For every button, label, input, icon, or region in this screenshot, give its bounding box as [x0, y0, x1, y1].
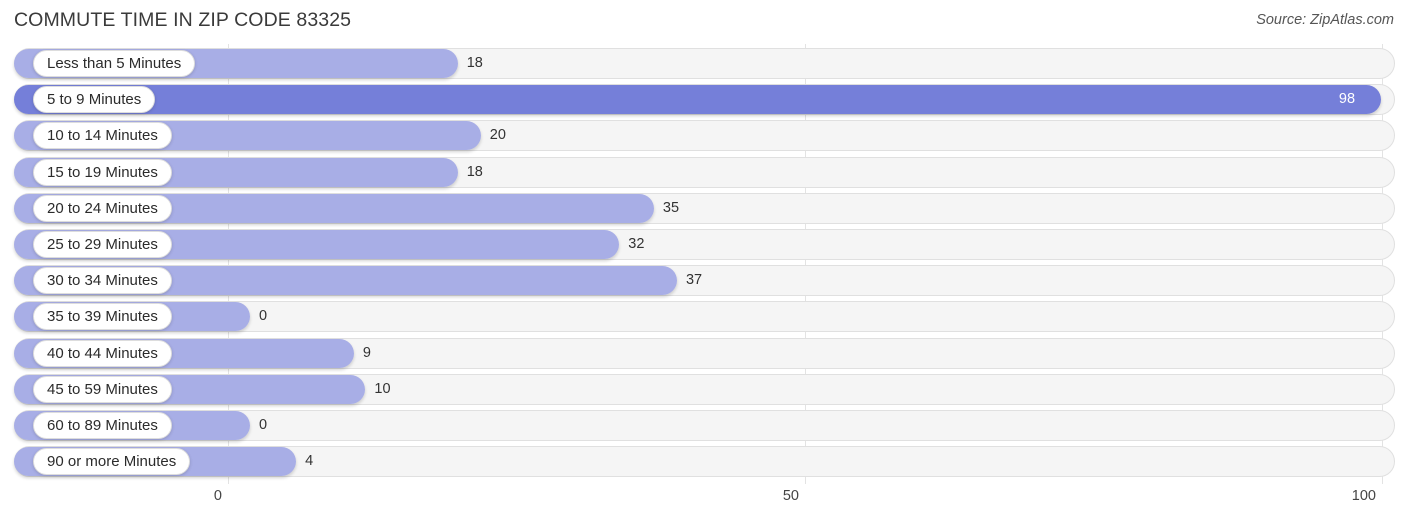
bar-value-label: 98	[1338, 91, 1356, 108]
chart-row[interactable]: 90 or more Minutes 4	[0, 444, 1406, 480]
chart-row[interactable]: 45 to 59 Minutes 10	[0, 372, 1406, 408]
page-title: COMMUTE TIME IN ZIP CODE 83325	[14, 9, 352, 31]
chart-row[interactable]: 20 to 24 Minutes 35	[0, 191, 1406, 227]
chart-row[interactable]: 25 to 29 Minutes 32	[0, 227, 1406, 263]
category-label-pill: 25 to 29 Minutes	[33, 231, 172, 258]
chart-row[interactable]: Less than 5 Minutes 18	[0, 46, 1406, 82]
category-label: 30 to 34 Minutes	[47, 272, 158, 290]
bar-value-label: 0	[259, 308, 268, 325]
bar-value-label: 9	[362, 344, 371, 361]
category-label: 20 to 24 Minutes	[47, 199, 158, 217]
category-label-pill: 5 to 9 Minutes	[33, 86, 156, 114]
category-label: 5 to 9 Minutes	[47, 91, 142, 109]
bar[interactable]	[14, 85, 1381, 115]
category-label: 25 to 29 Minutes	[47, 236, 158, 253]
axis-tick-label: 0	[213, 488, 222, 504]
chart-row[interactable]: 40 to 44 Minutes 9	[0, 336, 1406, 372]
axis-tick-label: 50	[782, 488, 799, 504]
bar-value-label: 18	[466, 163, 483, 180]
category-label-pill: 40 to 44 Minutes	[33, 339, 172, 367]
chart-row[interactable]: 60 to 89 Minutes 0	[0, 408, 1406, 444]
chart-row[interactable]: 5 to 9 Minutes 98	[0, 82, 1406, 118]
category-label: 35 to 39 Minutes	[47, 308, 158, 326]
chart-row[interactable]: 10 to 14 Minutes 20	[0, 118, 1406, 154]
category-label: 40 to 44 Minutes	[47, 344, 158, 362]
chart-plot-area: Less than 5 Minutes 18 5 to 9 Minutes 98 10 …	[0, 44, 1406, 484]
category-label-pill: 45 to 59 Minutes	[33, 375, 172, 403]
chart-row[interactable]: 15 to 19 Minutes 18	[0, 155, 1406, 191]
bar-value-label: 32	[628, 236, 645, 252]
bar-value-label: 18	[466, 55, 483, 71]
bar-value-label: 10	[374, 380, 391, 397]
chart-row[interactable]: 30 to 34 Minutes 37	[0, 263, 1406, 299]
category-label: 45 to 59 Minutes	[47, 380, 158, 398]
category-label: 90 or more Minutes	[47, 453, 177, 471]
category-label: 10 to 14 Minutes	[47, 127, 158, 145]
category-label-pill: 35 to 39 Minutes	[33, 303, 172, 331]
category-label-pill: Less than 5 Minutes	[33, 50, 196, 77]
category-label-pill: 30 to 34 Minutes	[33, 267, 172, 295]
bar-value-label: 0	[259, 417, 268, 433]
x-axis: 0 50 100	[0, 484, 1406, 523]
source-attribution: Source: ZipAtlas.com	[1256, 12, 1394, 28]
bar-value-label: 35	[662, 199, 680, 216]
chart-row[interactable]: 35 to 39 Minutes 0	[0, 299, 1406, 335]
category-label-pill: 15 to 19 Minutes	[33, 158, 172, 186]
category-label-pill: 20 to 24 Minutes	[33, 194, 172, 222]
category-label: 15 to 19 Minutes	[47, 163, 158, 181]
axis-tick-label: 100	[1351, 488, 1376, 504]
chart-header: COMMUTE TIME IN ZIP CODE 83325 Source: Z…	[0, 0, 1406, 44]
bar-value-label: 4	[305, 453, 314, 470]
bar-value-label: 20	[489, 127, 506, 144]
category-label-pill: 90 or more Minutes	[33, 448, 191, 476]
category-label: Less than 5 Minutes	[47, 55, 182, 72]
bar-value-label: 37	[685, 272, 703, 289]
category-label-pill: 60 to 89 Minutes	[33, 412, 172, 439]
category-label: 60 to 89 Minutes	[47, 417, 158, 434]
category-label-pill: 10 to 14 Minutes	[33, 122, 172, 150]
